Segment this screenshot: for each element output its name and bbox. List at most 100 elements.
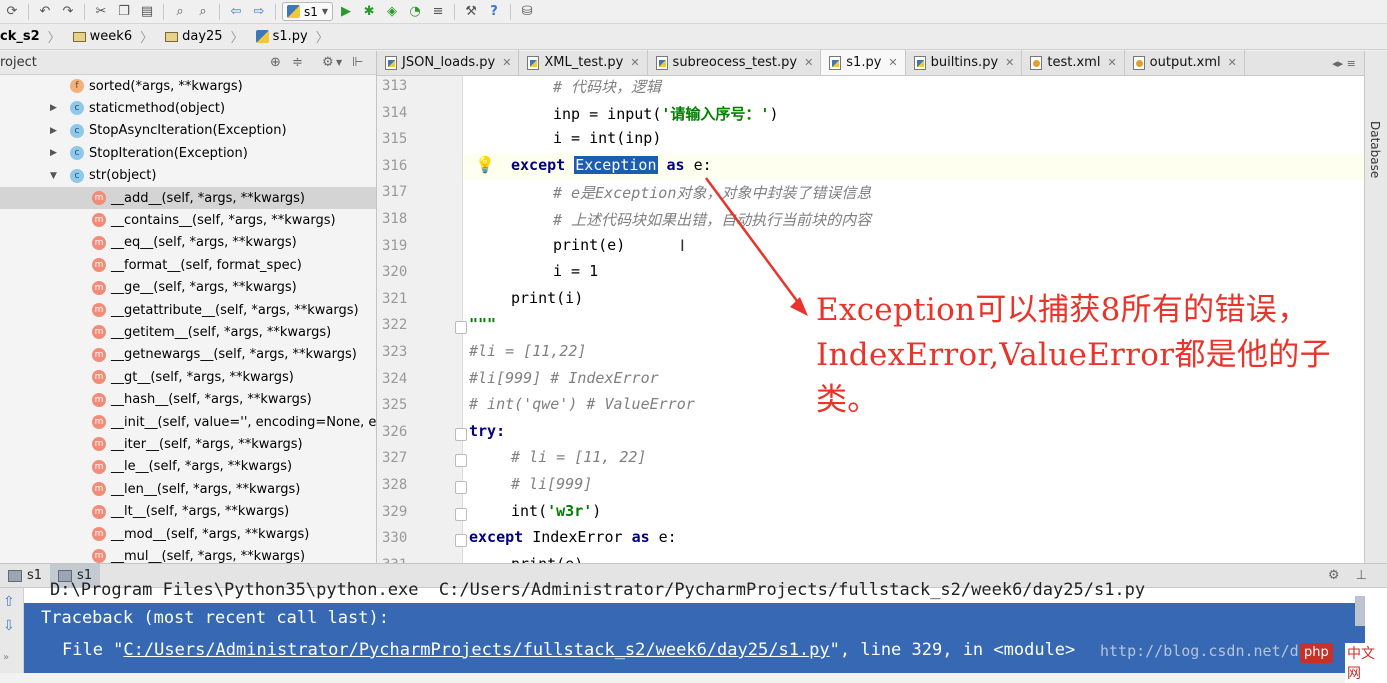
- folder-icon: [72, 31, 86, 42]
- breadcrumb-item[interactable]: s1.py 〉: [250, 24, 335, 50]
- more-icon[interactable]: »: [3, 652, 9, 663]
- python-file-icon: [385, 55, 397, 70]
- run-panel-controls[interactable]: ⚙ ⊥: [1328, 568, 1373, 583]
- hide-panel-icon[interactable]: ⊩: [352, 55, 363, 70]
- fold-marker-icon[interactable]: [455, 321, 467, 335]
- tree-item[interactable]: m __hash__(self, *args, **kwargs): [0, 389, 376, 411]
- method-icon: m: [92, 280, 106, 295]
- tree-item[interactable]: m __len__(self, *args, **kwargs): [0, 478, 376, 500]
- tree-item[interactable]: m __le__(self, *args, **kwargs): [0, 456, 376, 478]
- scroll-from-source-icon[interactable]: ⊕: [270, 55, 281, 70]
- close-icon[interactable]: ✕: [502, 56, 511, 69]
- close-icon[interactable]: ✕: [1107, 56, 1116, 69]
- expand-arrow-icon[interactable]: ▶: [50, 148, 57, 158]
- tree-item[interactable]: m __ge__(self, *args, **kwargs): [0, 277, 376, 299]
- tree-item[interactable]: m __eq__(self, *args, **kwargs): [0, 232, 376, 254]
- run-config-select[interactable]: s1 ▼: [282, 2, 334, 21]
- fold-marker-icon[interactable]: [455, 507, 467, 521]
- editor-tab[interactable]: test.xml ✕: [1022, 50, 1125, 75]
- sync-icon[interactable]: ⟳: [2, 2, 22, 22]
- close-icon[interactable]: ✕: [1228, 56, 1237, 69]
- editor-tab[interactable]: XML_test.py ✕: [519, 50, 648, 75]
- tree-item[interactable]: ▶ c StopIteration(Exception): [0, 142, 376, 164]
- copy-icon[interactable]: ❐: [114, 2, 134, 22]
- coverage-icon[interactable]: ◈: [382, 2, 402, 22]
- editor-tab[interactable]: subreocess_test.py ✕: [648, 50, 822, 75]
- tree-item[interactable]: m __mul__(self, *args, **kwargs): [0, 545, 376, 563]
- lightbulb-icon[interactable]: 💡: [475, 155, 495, 174]
- breadcrumb-item[interactable]: ck_s2 〉: [0, 24, 67, 50]
- tab-overflow-icon[interactable]: ◂▸ ≡: [1324, 51, 1364, 76]
- settings-icon[interactable]: ⚒: [461, 2, 481, 22]
- editor-tab[interactable]: JSON_loads.py ✕: [377, 50, 520, 75]
- redo-icon[interactable]: ↷: [58, 2, 78, 22]
- run-console[interactable]: ⇧ ⇩ » D:\Program Files\Python35\python.e…: [0, 580, 1387, 673]
- tree-item-label: __getnewargs__(self, *args, **kwargs): [111, 347, 357, 363]
- method-icon: m: [92, 392, 106, 407]
- collapse-arrow-icon[interactable]: ▼: [50, 171, 57, 181]
- expand-arrow-icon[interactable]: ▶: [50, 126, 57, 136]
- tree-item-label: __ge__(self, *args, **kwargs): [111, 280, 297, 296]
- close-icon[interactable]: ✕: [804, 56, 813, 69]
- xml-file-icon: [1030, 55, 1043, 70]
- forward-icon[interactable]: ⇨: [249, 2, 269, 22]
- code-line: int('w3r'): [511, 502, 601, 520]
- tree-item[interactable]: ▼ c str(object): [0, 165, 376, 187]
- vcs-icon[interactable]: ⛁: [517, 2, 537, 22]
- arrow-up-icon[interactable]: ⇧: [3, 594, 15, 610]
- console-line: Traceback (most recent call last):: [41, 608, 389, 628]
- method-icon: m: [92, 527, 106, 541]
- close-icon[interactable]: ✕: [888, 56, 897, 69]
- debug-icon[interactable]: ✱: [359, 2, 379, 22]
- fold-marker-icon[interactable]: [455, 481, 467, 494]
- breadcrumb-item[interactable]: day25 〉: [159, 24, 249, 50]
- collapse-all-icon[interactable]: ≑: [292, 55, 303, 70]
- tree-item[interactable]: m __getattribute__(self, *args, **kwargs): [0, 299, 376, 321]
- code-token: e:: [658, 528, 677, 547]
- toolbar-separator: [510, 3, 512, 20]
- profile-icon[interactable]: ◔: [405, 2, 425, 22]
- code-token: #li[999] # IndexError: [469, 368, 659, 387]
- tree-item[interactable]: m __contains__(self, *args, **kwargs): [0, 209, 376, 231]
- back-icon[interactable]: ⇦: [226, 2, 246, 22]
- run-tab[interactable]: s1: [0, 564, 50, 588]
- editor-tab[interactable]: s1.py ✕: [821, 50, 906, 75]
- paste-icon[interactable]: ▤: [137, 2, 157, 22]
- help-icon[interactable]: ?: [484, 2, 504, 22]
- console-scrollbar[interactable]: [1355, 596, 1365, 626]
- tree-item[interactable]: f sorted(*args, **kwargs): [0, 75, 376, 97]
- tree-item[interactable]: m __mod__(self, *args, **kwargs): [0, 523, 376, 545]
- expand-arrow-icon[interactable]: ▶: [50, 103, 57, 113]
- breadcrumb-item[interactable]: week6 〉: [67, 24, 159, 50]
- undo-icon[interactable]: ↶: [35, 2, 55, 22]
- tree-item[interactable]: m __gt__(self, *args, **kwargs): [0, 366, 376, 388]
- method-icon: m: [92, 303, 106, 317]
- tree-item[interactable]: m __iter__(self, *args, **kwargs): [0, 433, 376, 455]
- run-icon[interactable]: ▶: [336, 2, 356, 22]
- database-tool-button[interactable]: Database: [1368, 121, 1382, 178]
- close-icon[interactable]: ✕: [1005, 56, 1014, 69]
- concurrency-icon[interactable]: ≡: [428, 2, 448, 22]
- tree-item[interactable]: ▶ c StopAsyncIteration(Exception): [0, 120, 376, 142]
- close-icon[interactable]: ✕: [630, 56, 639, 69]
- fold-marker-icon[interactable]: [455, 427, 467, 441]
- tree-item[interactable]: m __add__(self, *args, **kwargs): [0, 187, 376, 209]
- tree-item[interactable]: m __init__(self, value='', encoding=None,…: [0, 411, 376, 433]
- fold-marker-icon[interactable]: [455, 534, 467, 548]
- cut-icon[interactable]: ✂: [91, 2, 111, 22]
- editor-tab[interactable]: builtins.py ✕: [906, 50, 1023, 75]
- tree-item[interactable]: m __format__(self, format_spec): [0, 254, 376, 276]
- tree-item[interactable]: m __getnewargs__(self, *args, **kwargs): [0, 344, 376, 366]
- chevron-down-icon[interactable]: ▼: [336, 58, 342, 67]
- gear-icon[interactable]: ⚙: [322, 55, 334, 70]
- editor-tab[interactable]: output.xml ✕: [1125, 50, 1245, 75]
- tree-item[interactable]: m __getitem__(self, *args, **kwargs): [0, 321, 376, 343]
- tree-item[interactable]: m __lt__(self, *args, **kwargs): [0, 501, 376, 523]
- fold-marker-icon[interactable]: [455, 454, 467, 468]
- tree-item[interactable]: ▶ c staticmethod(object): [0, 97, 376, 119]
- method-icon: m: [92, 213, 106, 228]
- replace-icon[interactable]: ⌕: [193, 2, 213, 22]
- arrow-down-icon[interactable]: ⇩: [3, 618, 15, 634]
- console-file-link[interactable]: C:/Users/Administrator/PycharmProjects/f…: [123, 640, 829, 660]
- find-icon[interactable]: ⌕: [170, 2, 190, 22]
